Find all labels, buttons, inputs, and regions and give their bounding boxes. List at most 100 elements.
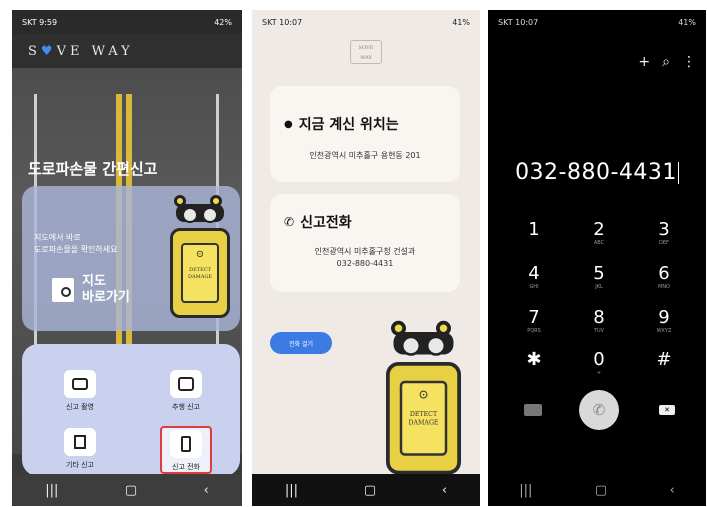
brand-logo: SOVE WAY <box>350 40 382 64</box>
mobile-icon <box>170 430 202 458</box>
report-title: ✆ 신고전화 <box>284 212 352 232</box>
place-call-button[interactable]: 전화 걸기 <box>270 332 332 354</box>
location-pin-icon: ♥ <box>40 43 57 59</box>
map-shortcut-label: 지도 바로가기 <box>82 274 130 305</box>
back-icon[interactable]: ‹ <box>670 483 675 498</box>
brand-start: S <box>28 43 41 59</box>
more-icon[interactable]: ⋮ <box>682 54 696 70</box>
robot-eyes <box>393 332 454 356</box>
dial-key-0[interactable]: 0 + <box>569 350 629 377</box>
capture-report-tile[interactable]: 신고 촬영 <box>54 370 106 412</box>
back-icon[interactable]: ‹ <box>204 483 209 498</box>
tile-label: 추행 신고 <box>172 403 200 411</box>
dial-key-star[interactable]: ✱ <box>504 350 564 370</box>
dial-key-5[interactable]: 5 JKL <box>569 264 629 291</box>
home-icon[interactable]: ▢ <box>364 483 376 498</box>
key-letters: DEF <box>659 240 669 246</box>
call-info-screen: SKT 10:07 41% SOVE WAY ● 지금 계신 위치는 인천광역시… <box>252 10 480 506</box>
status-bar: SKT 10:07 41% <box>252 10 480 34</box>
status-bar: SKT 10:07 41% <box>488 10 706 34</box>
key-digit: ✱ <box>526 349 542 370</box>
dial-key-1[interactable]: 1 <box>504 220 564 240</box>
text-caret <box>677 162 679 184</box>
map-shortcut-button[interactable]: 지도 바로가기 <box>52 274 130 306</box>
bus-icon <box>170 370 202 398</box>
phone-icon: ✆ <box>592 401 606 419</box>
back-icon[interactable]: ‹ <box>442 483 447 498</box>
key-letters: PQRS <box>527 328 541 334</box>
recent-apps-icon[interactable]: ||| <box>45 483 58 498</box>
plus-icon[interactable]: + <box>638 54 650 70</box>
key-digit: 3 <box>658 219 670 240</box>
status-battery: 41% <box>678 17 696 27</box>
key-digit: 0 <box>593 349 605 370</box>
key-digit: 2 <box>593 219 605 240</box>
dial-key-7[interactable]: 7 PQRS <box>504 308 564 335</box>
dial-key-4[interactable]: 4 GHI <box>504 264 564 291</box>
location-address: 인천광역시 미추홀구 용현동 201 <box>309 151 421 160</box>
video-call-icon[interactable] <box>524 404 542 416</box>
status-battery: 41% <box>452 17 470 27</box>
call-report-tile[interactable]: 신고 전화 <box>160 426 212 474</box>
call-button[interactable]: ✆ <box>579 390 619 430</box>
dial-key-2[interactable]: 2 ABC <box>569 220 629 247</box>
location-title: ● 지금 계신 위치는 <box>284 114 399 134</box>
tile-label: 신고 촬영 <box>66 403 94 411</box>
dialer-screen: SKT 10:07 41% + ⌕ ⋮ 032-880-4431 1 2 ABC … <box>488 10 706 506</box>
report-phone: 032-880-4431 <box>336 259 394 268</box>
key-letters: ABC <box>593 240 605 246</box>
status-time: SKT 9:59 <box>22 17 58 27</box>
camera-icon <box>64 370 96 398</box>
other-report-tile[interactable]: 기타 신고 <box>54 428 106 470</box>
key-digit: 9 <box>658 307 670 328</box>
nav-bar: ||| ▢ ‹ <box>12 474 242 506</box>
driving-report-tile[interactable]: 추행 신고 <box>160 370 212 412</box>
search-icon[interactable]: ⌕ <box>662 54 670 70</box>
report-title-text: 신고전화 <box>300 215 352 231</box>
dial-key-6[interactable]: 6 MNO <box>634 264 694 291</box>
key-letters: JKL <box>595 284 603 290</box>
report-phone-card: ✆ 신고전화 인천광역시 미추홀구청 건설과 032-880-4431 <box>270 194 460 292</box>
backspace-icon[interactable]: ✕ <box>659 405 675 415</box>
key-letters: MNO <box>658 284 670 290</box>
robot-body: DETECT DAMAGE <box>386 362 461 475</box>
brand-end: VE WAY <box>56 43 134 59</box>
dial-key-hash[interactable]: # <box>634 350 694 370</box>
robot-eyes <box>176 204 224 223</box>
map-card-description: 지도에서 바로 도로파손물을 확인하세요 <box>34 233 118 254</box>
dialer-actions: + ⌕ ⋮ <box>638 54 696 70</box>
home-icon[interactable]: ▢ <box>125 483 137 498</box>
key-digit: 7 <box>528 307 540 328</box>
recent-apps-icon[interactable]: ||| <box>519 483 532 498</box>
nav-bar: ||| ▢ ‹ <box>488 474 706 506</box>
dialed-number[interactable]: 032-880-4431 <box>488 160 706 185</box>
key-digit: # <box>656 349 672 370</box>
tile-label: 신고 전화 <box>172 463 200 471</box>
status-bar: SKT 9:59 42% <box>12 10 242 34</box>
status-time: SKT 10:07 <box>498 17 539 27</box>
location-title-text: 지금 계신 위치는 <box>298 117 399 133</box>
key-digit: 4 <box>528 263 540 284</box>
status-time: SKT 10:07 <box>262 17 303 27</box>
key-letters: GHI <box>529 284 539 290</box>
menu-panel: 신고 촬영 추행 신고 기타 신고 신고 전화 <box>22 344 240 476</box>
recent-apps-icon[interactable]: ||| <box>285 483 298 498</box>
dial-key-9[interactable]: 9 WXYZ <box>634 308 694 335</box>
key-letters: WXYZ <box>656 328 672 334</box>
report-office: 인천광역시 미추홀구청 건설과 <box>314 247 416 256</box>
key-letters: TUV <box>593 328 605 334</box>
phone-icon: ✆ <box>284 215 295 229</box>
dial-key-3[interactable]: 3 DEF <box>634 220 694 247</box>
key-digit: 5 <box>593 263 605 284</box>
key-digit: 8 <box>593 307 605 328</box>
robot-panel-text: DETECT DAMAGE <box>399 380 448 456</box>
home-screen: SKT 9:59 42% S ♥ VE WAY 도로파손물 간편신고 지도에서 … <box>12 10 242 506</box>
robot-body: DETECT DAMAGE <box>170 228 230 318</box>
dial-key-8[interactable]: 8 TUV <box>569 308 629 335</box>
home-icon[interactable]: ▢ <box>595 483 607 498</box>
map-icon <box>52 278 74 302</box>
document-icon <box>64 428 96 456</box>
status-battery: 42% <box>214 17 232 27</box>
dialed-number-text: 032-880-4431 <box>515 160 677 185</box>
location-card: ● 지금 계신 위치는 인천광역시 미추홀구 용현동 201 <box>270 86 460 182</box>
